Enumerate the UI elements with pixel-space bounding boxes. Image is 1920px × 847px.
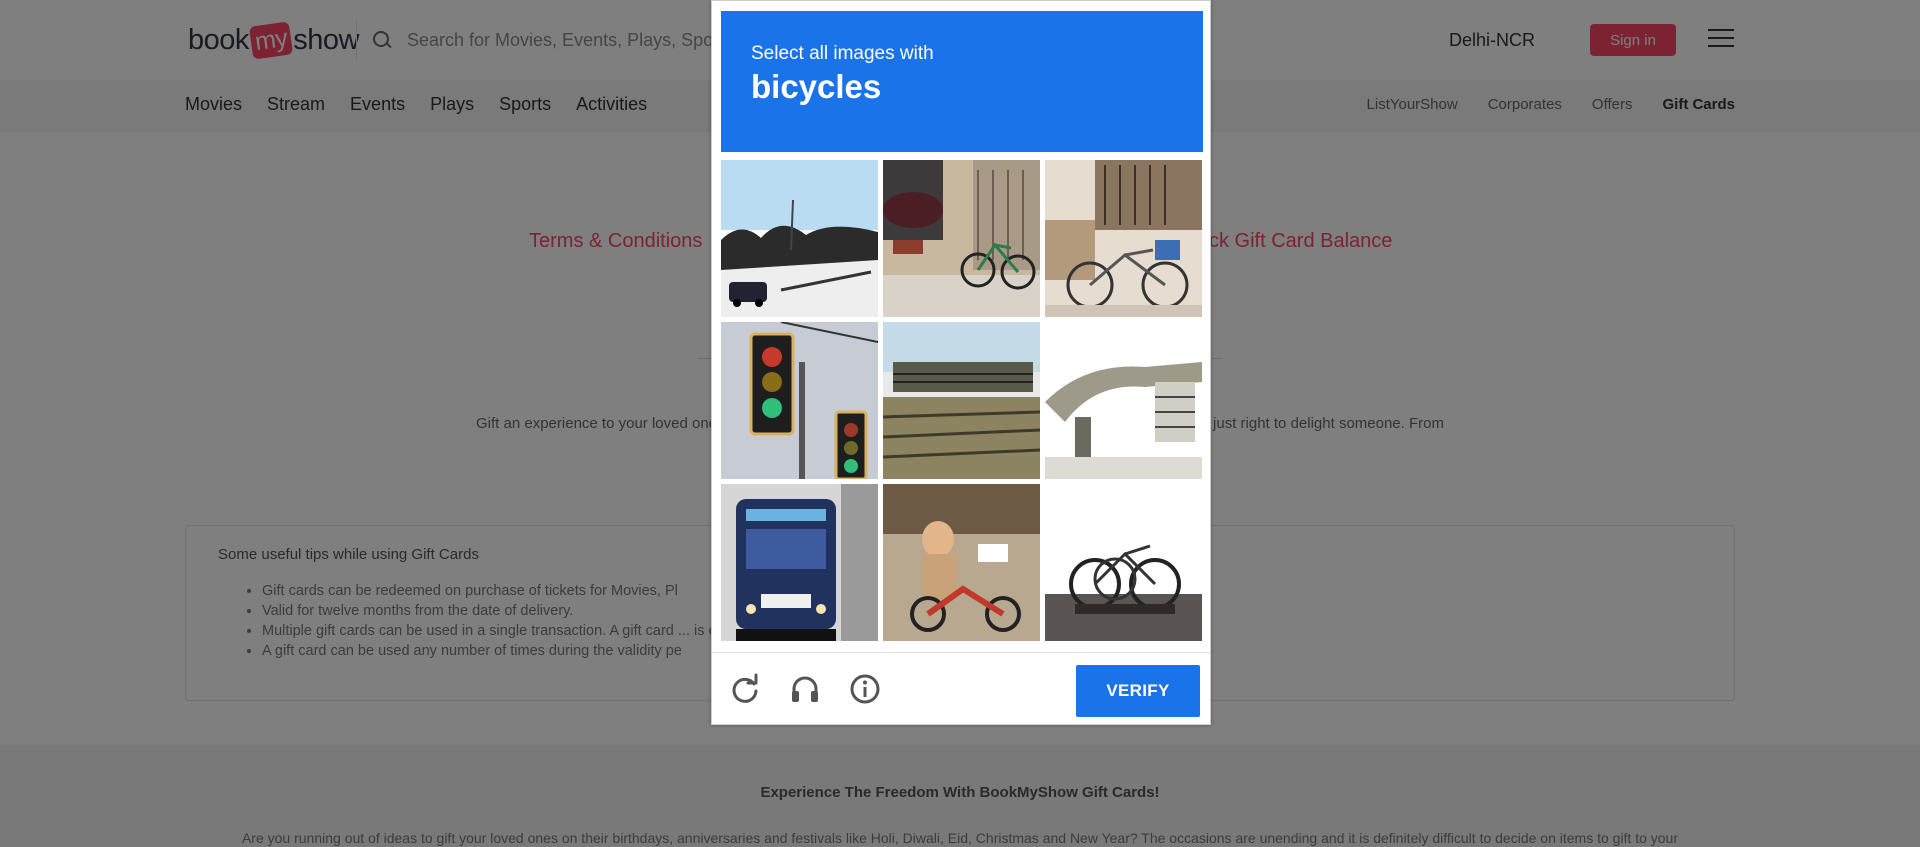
- audio-headphones-icon[interactable]: [789, 673, 821, 705]
- captcha-tile-motorbike-rider[interactable]: [883, 484, 1040, 641]
- captcha-tile-bus[interactable]: [721, 484, 878, 641]
- reload-icon[interactable]: [729, 673, 761, 705]
- captcha-tile-overpass-bridge[interactable]: [1045, 322, 1202, 479]
- captcha-target-word: bicycles: [751, 68, 882, 105]
- verify-button[interactable]: VERIFY: [1076, 665, 1200, 717]
- captcha-image-grid: [721, 160, 1204, 643]
- captcha-header: Select all images with bicycles: [721, 11, 1203, 152]
- captcha-prompt: Select all images with: [751, 43, 934, 64]
- captcha-tile-bicycles-on-car-rack[interactable]: [1045, 484, 1202, 641]
- captcha-footer: VERIFY: [712, 652, 1210, 725]
- captcha-challenge: Select all images with bicycles VERIFY: [711, 0, 1211, 725]
- captcha-tile-traffic-lights[interactable]: [721, 322, 878, 479]
- captcha-tile-railway-platform[interactable]: [883, 322, 1040, 479]
- captcha-tile-road-scene[interactable]: [721, 160, 878, 317]
- captcha-tile-bicycle-with-basket[interactable]: [1045, 160, 1202, 317]
- captcha-tile-bicycle-parked-by-car[interactable]: [883, 160, 1040, 317]
- info-icon[interactable]: [849, 673, 881, 705]
